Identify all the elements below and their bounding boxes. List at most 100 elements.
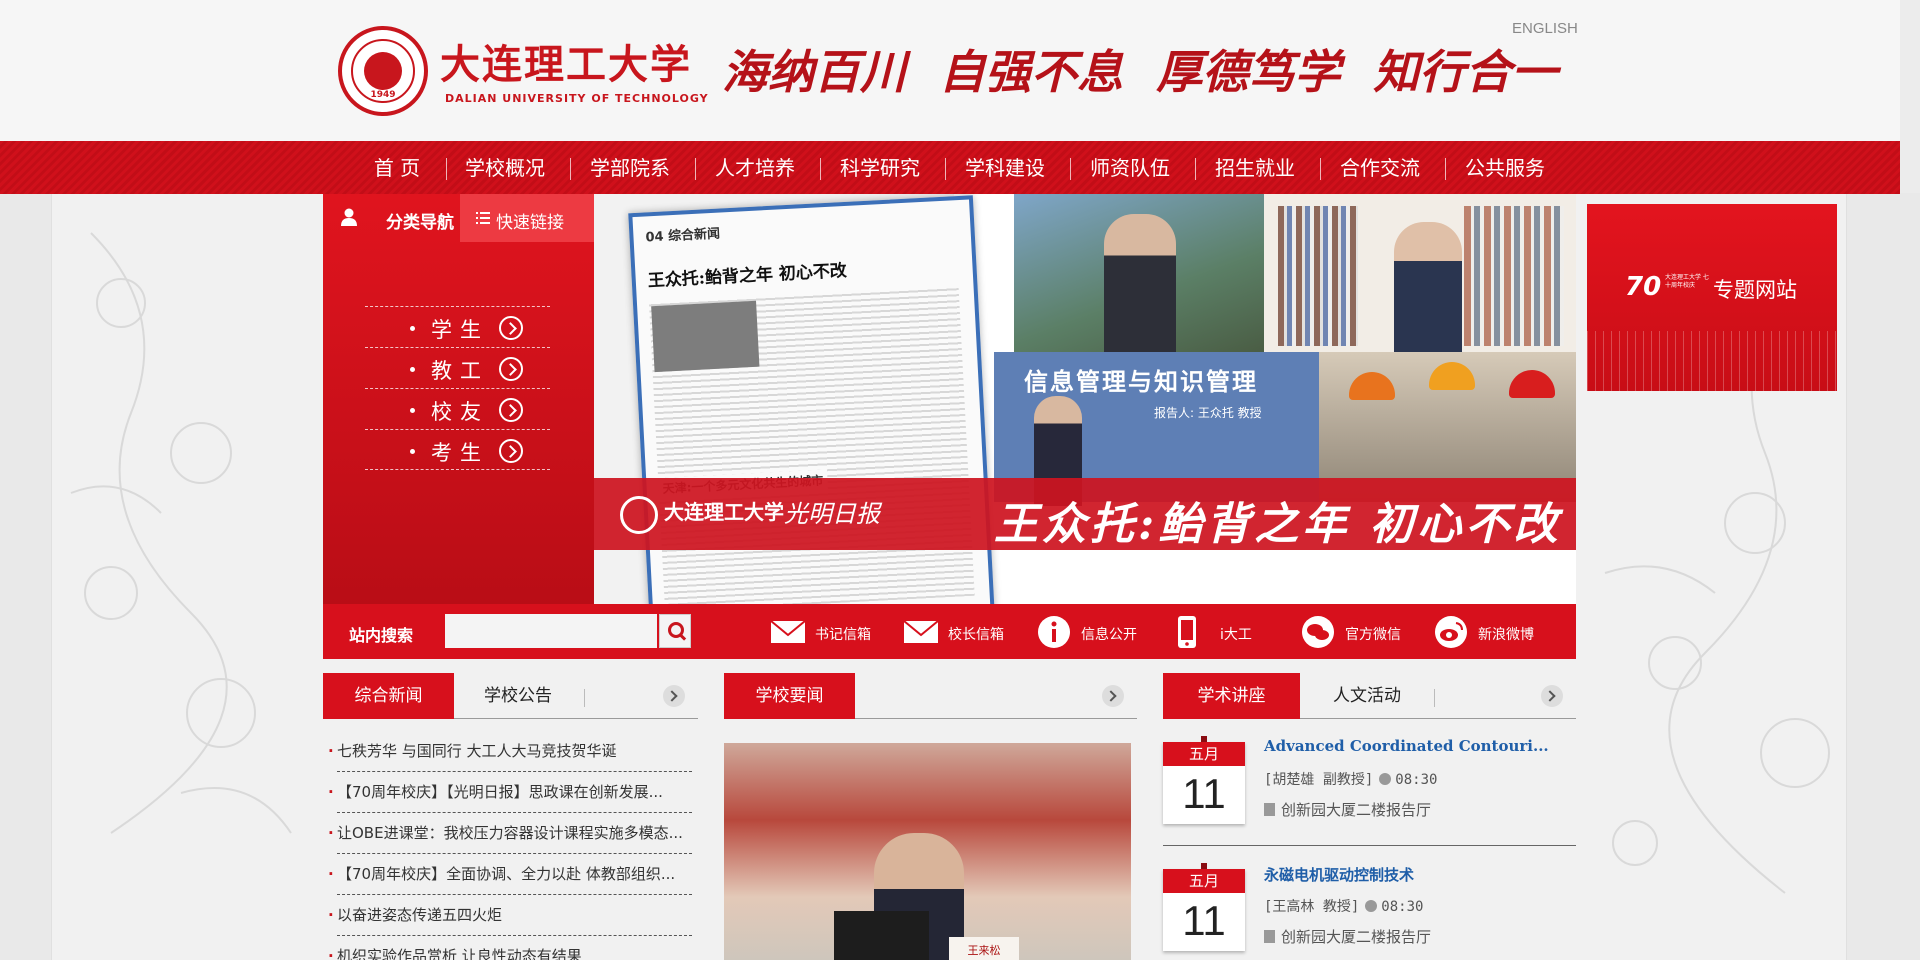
nav-separator bbox=[570, 158, 571, 180]
quick-link-wechat[interactable]: 官方微信 bbox=[1300, 613, 1415, 651]
seventy-logo: 70 bbox=[1625, 272, 1662, 302]
motto-part: 自强不息 bbox=[939, 45, 1124, 99]
building-lineart bbox=[1587, 331, 1837, 391]
category-item-students[interactable]: 学生 bbox=[365, 306, 550, 347]
anniversary-topic-banner[interactable]: 70 大连理工大学 七十周年校庆 专题网站 bbox=[1587, 204, 1837, 391]
lecture-item[interactable]: 五月 11 永磁电机驱动控制技术 [王高林 教授] 08:30 创新园大厦二楼报告… bbox=[1163, 846, 1576, 960]
banner-headline: 王众托:鲐背之年 初心不改 bbox=[994, 499, 1562, 550]
motto-part: 厚德笃学 bbox=[1156, 45, 1341, 99]
category-tabs: 分类导航 快速链接 bbox=[323, 194, 594, 242]
lecture-tabs: 学术讲座 人文活动 bbox=[1163, 673, 1576, 719]
category-label: 教工 bbox=[431, 359, 489, 383]
tab-category-nav[interactable]: 分类导航 bbox=[323, 194, 460, 242]
news-tabs: 综合新闻 学校公告 bbox=[323, 673, 698, 719]
location-icon bbox=[1264, 930, 1275, 943]
lecture-meta: [胡楚雄 副教授] 08:30 bbox=[1264, 769, 1437, 789]
university-logo[interactable]: 1949 大连理工大学 DALIAN UNIVERSITY OF TECHNOL… bbox=[338, 26, 708, 118]
main-nav: 首 页 学校概况 学部院系 人才培养 科学研究 学科建设 师资队伍 招生就业 合… bbox=[0, 141, 1900, 194]
search-label: 站内搜索 bbox=[349, 626, 414, 645]
list-icon bbox=[476, 212, 490, 224]
tab-school-news[interactable]: 学校要闻 bbox=[724, 673, 855, 719]
list-item[interactable]: 让OBE进课堂：我校压力容器设计课程实施多模态... bbox=[323, 813, 698, 854]
weibo-icon bbox=[1435, 616, 1467, 648]
lecture-title[interactable]: Advanced Coordinated Contouri... bbox=[1264, 737, 1549, 755]
list-item[interactable]: 【70周年校庆】全面协调、全力以赴 体教部组织... bbox=[323, 854, 698, 895]
nav-separator bbox=[1320, 158, 1321, 180]
search-input[interactable] bbox=[445, 614, 657, 648]
more-arrow-icon[interactable] bbox=[663, 685, 685, 707]
search-button[interactable] bbox=[659, 614, 691, 648]
list-item[interactable]: 【70周年校庆】【光明日报】思政课在创新发展... bbox=[323, 772, 698, 813]
lecture-speaker: [胡楚雄 副教授] bbox=[1264, 772, 1374, 788]
info-icon bbox=[1038, 616, 1070, 648]
tab-academic-lectures[interactable]: 学术讲座 bbox=[1163, 673, 1300, 719]
nav-separator bbox=[1445, 158, 1446, 180]
calendar-icon: 五月 11 bbox=[1163, 736, 1245, 824]
arrow-circle-icon bbox=[499, 398, 523, 422]
lecture-item[interactable]: 五月 11 Advanced Coordinated Contouri... [… bbox=[1163, 719, 1576, 846]
category-item-staff[interactable]: 教工 bbox=[365, 347, 550, 388]
quick-link-president-mailbox[interactable]: 校长信箱 bbox=[903, 613, 1013, 651]
clock-icon bbox=[1379, 773, 1392, 785]
lecture-place: 创新园大厦二楼报告厅 bbox=[1264, 926, 1431, 947]
tab-quick-links[interactable]: 快速链接 bbox=[460, 194, 594, 242]
nav-separator bbox=[945, 158, 946, 180]
tab-general-news[interactable]: 综合新闻 bbox=[323, 673, 454, 719]
lecture-time: 08:30 bbox=[1381, 899, 1424, 915]
news-column: 综合新闻 学校公告 七秩芳华 与国同行 大工人大马竞技贺华诞 【70周年校庆】【… bbox=[323, 673, 698, 960]
lecture-place: 创新园大厦二楼报告厅 bbox=[1264, 799, 1431, 820]
laptop bbox=[834, 911, 929, 960]
clock-icon bbox=[1365, 900, 1378, 912]
main-banner[interactable]: 04 综合新闻 王众托:鲐背之年 初心不改 天津:一个多元文化共生的城市 信息管… bbox=[594, 194, 1576, 604]
headlines-column: 学校要闻 王来松 bbox=[724, 673, 1137, 960]
arrow-circle-icon bbox=[499, 439, 523, 463]
wechat-icon bbox=[1302, 616, 1334, 648]
more-arrow-icon[interactable] bbox=[1102, 685, 1124, 707]
arrow-circle-icon bbox=[499, 316, 523, 340]
logo-chinese-name: 大连理工大学 bbox=[440, 41, 692, 88]
category-item-examinees[interactable]: 考生 bbox=[365, 429, 550, 470]
list-item[interactable]: 机织实验作品赏析 让良性动态有结果 bbox=[323, 936, 698, 960]
nav-separator bbox=[695, 158, 696, 180]
motto-part: 海纳百川 bbox=[722, 45, 906, 99]
list-item[interactable]: 七秩芳华 与国同行 大工人大马竞技贺华诞 bbox=[323, 731, 698, 772]
category-item-alumni[interactable]: 校友 bbox=[365, 388, 550, 429]
nav-item-education[interactable]: 人才培养 bbox=[705, 155, 805, 181]
quick-link-secretary-mailbox[interactable]: 书记信箱 bbox=[770, 613, 880, 651]
nav-item-faculties[interactable]: 学部院系 bbox=[580, 155, 680, 181]
banner-caption-strip: 大连理工大学 光明日报 王众托:鲐背之年 初心不改 bbox=[594, 478, 1576, 550]
nav-item-admissions[interactable]: 招生就业 bbox=[1205, 155, 1305, 181]
tab-announcements[interactable]: 学校公告 bbox=[484, 673, 552, 719]
quick-link-info-disclosure[interactable]: 信息公开 bbox=[1036, 613, 1146, 651]
topic-site-label: 专题网站 bbox=[1713, 278, 1797, 302]
university-seal-icon bbox=[620, 496, 658, 534]
quick-link-weibo[interactable]: 新浪微博 bbox=[1433, 613, 1548, 651]
headline-photo[interactable]: 王来松 bbox=[724, 743, 1131, 960]
location-icon bbox=[1264, 803, 1275, 816]
category-label: 考生 bbox=[431, 441, 489, 465]
english-link[interactable]: ENGLISH bbox=[1512, 20, 1578, 37]
category-list: 学生 教工 校友 考生 bbox=[365, 306, 550, 470]
lecture-time: 08:30 bbox=[1395, 772, 1438, 788]
nav-item-faculty-staff[interactable]: 师资队伍 bbox=[1080, 155, 1180, 181]
banner-photo-portrait bbox=[1014, 194, 1264, 352]
nav-item-research[interactable]: 科学研究 bbox=[830, 155, 930, 181]
more-arrow-icon[interactable] bbox=[1541, 685, 1563, 707]
nav-item-services[interactable]: 公共服务 bbox=[1455, 155, 1555, 181]
university-motto: 海纳百川 自强不息 厚德笃学 知行合一 bbox=[722, 36, 1557, 126]
newspaper-photo bbox=[651, 300, 760, 373]
lecture-meta: [王高林 教授] 08:30 bbox=[1264, 896, 1423, 916]
category-label: 校友 bbox=[431, 400, 489, 424]
tab-cultural-activities[interactable]: 人文活动 bbox=[1333, 673, 1401, 719]
nav-item-overview[interactable]: 学校概况 bbox=[455, 155, 555, 181]
nav-item-disciplines[interactable]: 学科建设 bbox=[955, 155, 1055, 181]
nav-item-cooperation[interactable]: 合作交流 bbox=[1330, 155, 1430, 181]
calendar-icon: 五月 11 bbox=[1163, 863, 1245, 951]
category-panel: 分类导航 快速链接 学生 教工 校友 考生 bbox=[323, 194, 594, 604]
floral-pattern-left bbox=[70, 232, 292, 834]
list-item[interactable]: 以奋进姿态传递五四火炬 bbox=[323, 895, 698, 936]
nav-separator bbox=[820, 158, 821, 180]
nav-item-home[interactable]: 首 页 bbox=[357, 155, 437, 181]
lecture-title[interactable]: 永磁电机驱动控制技术 bbox=[1264, 864, 1414, 885]
quick-link-idagong[interactable]: i大工 bbox=[1169, 613, 1279, 651]
